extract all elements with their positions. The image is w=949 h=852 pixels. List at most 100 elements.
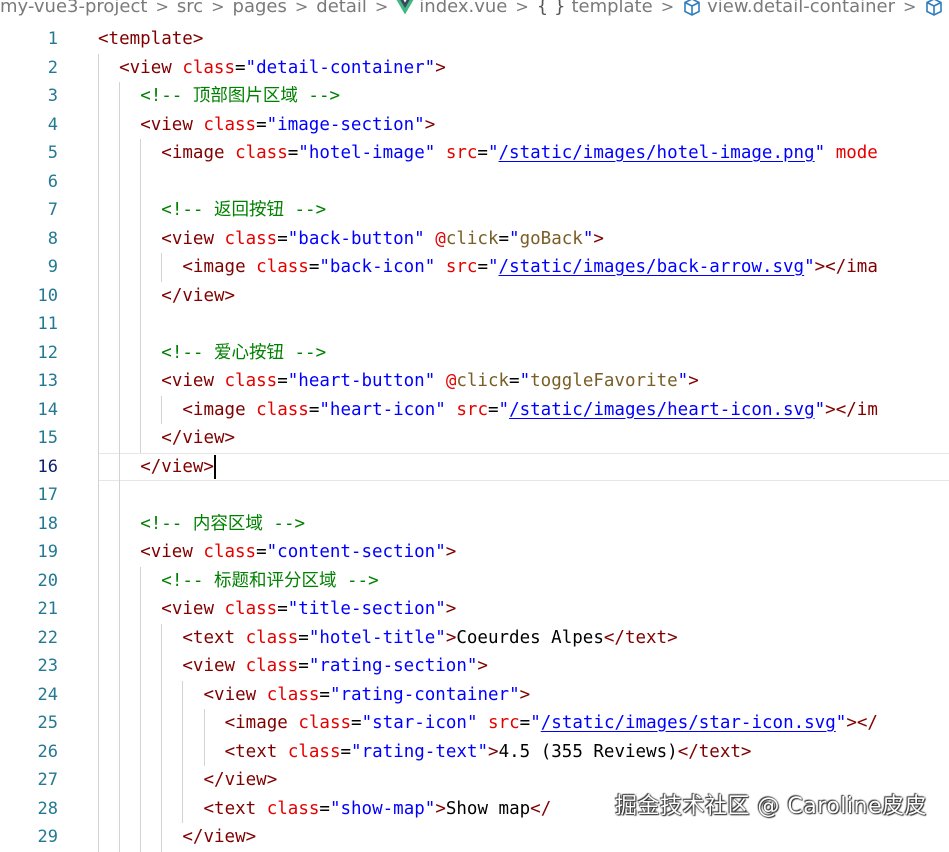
code-token: = bbox=[298, 627, 309, 648]
code-token: "rating-section" bbox=[308, 656, 478, 676]
code-token: = bbox=[498, 228, 510, 249]
indent-guide bbox=[119, 139, 121, 168]
indent-guide bbox=[119, 595, 121, 624]
code-line[interactable]: 10 </view> bbox=[0, 281, 949, 310]
code-line[interactable]: 18 <!-- 内容区域 --> bbox=[0, 509, 949, 538]
watermark: 掘金技术社区 @ Caroline皮皮 bbox=[614, 794, 927, 819]
code-token: > bbox=[445, 542, 457, 562]
code-token: > bbox=[688, 371, 699, 391]
code-token: ></im bbox=[825, 399, 878, 420]
indent-guide bbox=[161, 709, 163, 738]
breadcrumb-label: src bbox=[176, 0, 204, 17]
code-token: </text> bbox=[677, 741, 752, 762]
code-line[interactable]: 13 <view class="heart-button" @click="tog… bbox=[0, 367, 949, 396]
code-token: > bbox=[424, 114, 436, 135]
code-token: = bbox=[277, 599, 288, 619]
code-text: <image class="heart-icon" src="/static/i… bbox=[182, 396, 877, 425]
indent-guide bbox=[119, 737, 121, 766]
breadcrumb-item[interactable]: { } template bbox=[537, 0, 653, 18]
indent-guide bbox=[119, 310, 121, 339]
code-line[interactable]: 5 <image class="hotel-image" src="/static… bbox=[0, 139, 949, 168]
code-text: <!-- 爱心按钮 --> bbox=[161, 339, 326, 368]
indent-guide bbox=[119, 452, 121, 481]
indent-guide bbox=[161, 652, 163, 681]
indent-guide bbox=[140, 224, 142, 253]
code-token: = bbox=[256, 542, 267, 562]
code-line[interactable]: 1 <template> bbox=[0, 25, 949, 54]
code-token: = bbox=[509, 371, 520, 391]
line-number: 26 bbox=[37, 741, 58, 762]
code-token: = bbox=[298, 656, 309, 676]
code-line[interactable]: 24 <view class="rating-container"> bbox=[0, 680, 949, 710]
code-line[interactable]: 12 <!-- 爱心按钮 --> bbox=[0, 338, 949, 368]
code-token: " bbox=[498, 399, 510, 420]
breadcrumb-item[interactable]: index.vue bbox=[396, 0, 507, 18]
indent-guide bbox=[98, 53, 99, 82]
code-text: <view class="content-section"> bbox=[140, 538, 456, 567]
code-text: <view class="rating-container"> bbox=[204, 681, 531, 710]
indent-guide bbox=[140, 196, 142, 225]
code-line[interactable]: 25 <image class="star-icon" src="/static/… bbox=[0, 709, 949, 738]
code-token: src bbox=[488, 713, 520, 733]
breadcrumb-item[interactable]: view. bbox=[924, 0, 949, 18]
code-line[interactable]: 21 <view class="title-section"> bbox=[0, 595, 949, 624]
code-line[interactable]: 11 bbox=[0, 310, 949, 339]
code-token: </view> bbox=[203, 770, 278, 790]
code-line[interactable]: 7 <!-- 返回按钮 --> bbox=[0, 196, 949, 225]
indent-guide bbox=[119, 794, 121, 823]
code-line[interactable]: 20 <!-- 标题和评分区域 --> bbox=[0, 566, 949, 595]
code-line[interactable]: 2 <view class="detail-container"> bbox=[0, 53, 949, 82]
code-token: <image bbox=[182, 399, 257, 420]
code-line[interactable]: 26 <text class="rating-text">4.5 (355 Rev… bbox=[0, 737, 949, 766]
breadcrumb-item[interactable]: pages bbox=[233, 0, 287, 18]
code-line[interactable]: 29 </view> bbox=[0, 823, 949, 852]
code-text: <view class="image-section"> bbox=[140, 111, 435, 140]
indent-guide bbox=[182, 680, 184, 709]
code-line[interactable]: 3 <!-- 顶部图片区域 --> bbox=[0, 82, 949, 111]
breadcrumb-label: detail bbox=[316, 0, 367, 17]
indent-guide bbox=[119, 709, 121, 738]
breadcrumb-item[interactable]: detail bbox=[316, 0, 367, 18]
code-token: @ bbox=[435, 228, 446, 249]
line-number: 25 bbox=[37, 713, 58, 733]
code-token: 4.5 (355 Reviews) bbox=[498, 741, 678, 762]
code-line[interactable]: 15 </view> bbox=[0, 424, 949, 453]
code-line[interactable]: 23 <view class="rating-section"> bbox=[0, 652, 949, 681]
code-token: > bbox=[435, 57, 446, 78]
chevron-right-icon: > bbox=[903, 0, 917, 16]
code-token: " bbox=[509, 228, 520, 249]
code-token: src bbox=[456, 399, 488, 420]
code-token: src bbox=[445, 257, 478, 277]
indent-guide bbox=[140, 167, 142, 196]
code-editor[interactable]: 1 <template> 2 <view class="detail-containe… bbox=[0, 25, 949, 852]
line-number: 18 bbox=[37, 513, 58, 534]
code-line[interactable]: 22 <text class="hotel-title">Coeurdes Alp… bbox=[0, 623, 949, 652]
breadcrumb-item[interactable]: my-vue3-project bbox=[0, 0, 147, 18]
code-line[interactable]: 19 <view class="content-section"> bbox=[0, 538, 949, 567]
code-line[interactable]: 17 bbox=[0, 481, 949, 510]
code-line[interactable]: 9 <image class="back-icon" src="/static/i… bbox=[0, 253, 949, 282]
code-token: "detail-container" bbox=[245, 57, 436, 78]
code-token: "star-icon" bbox=[361, 713, 478, 733]
indent-guide bbox=[98, 253, 99, 282]
chevron-right-icon: > bbox=[374, 0, 389, 16]
breadcrumb-item[interactable]: view.detail-container bbox=[682, 0, 895, 18]
code-line[interactable]: 4 <view class="image-section"> bbox=[0, 110, 949, 140]
line-number: 15 bbox=[37, 428, 58, 448]
code-token: @ bbox=[445, 371, 457, 391]
breadcrumb-item[interactable]: src bbox=[177, 0, 203, 18]
code-token: " bbox=[814, 399, 826, 420]
code-line[interactable]: 16 </view> bbox=[0, 452, 949, 481]
indent-guide bbox=[98, 281, 99, 310]
code-line[interactable]: 14 <image class="heart-icon" src="/static… bbox=[0, 395, 949, 425]
line-number: 3 bbox=[47, 86, 58, 106]
code-line[interactable]: 8 <view class="back-button" @click="goBac… bbox=[0, 224, 949, 253]
code-token: class bbox=[235, 143, 288, 163]
code-token: <text bbox=[182, 627, 246, 648]
code-line[interactable]: 6 bbox=[0, 167, 949, 196]
indent-guide bbox=[140, 310, 142, 339]
line-number: 2 bbox=[47, 57, 58, 78]
